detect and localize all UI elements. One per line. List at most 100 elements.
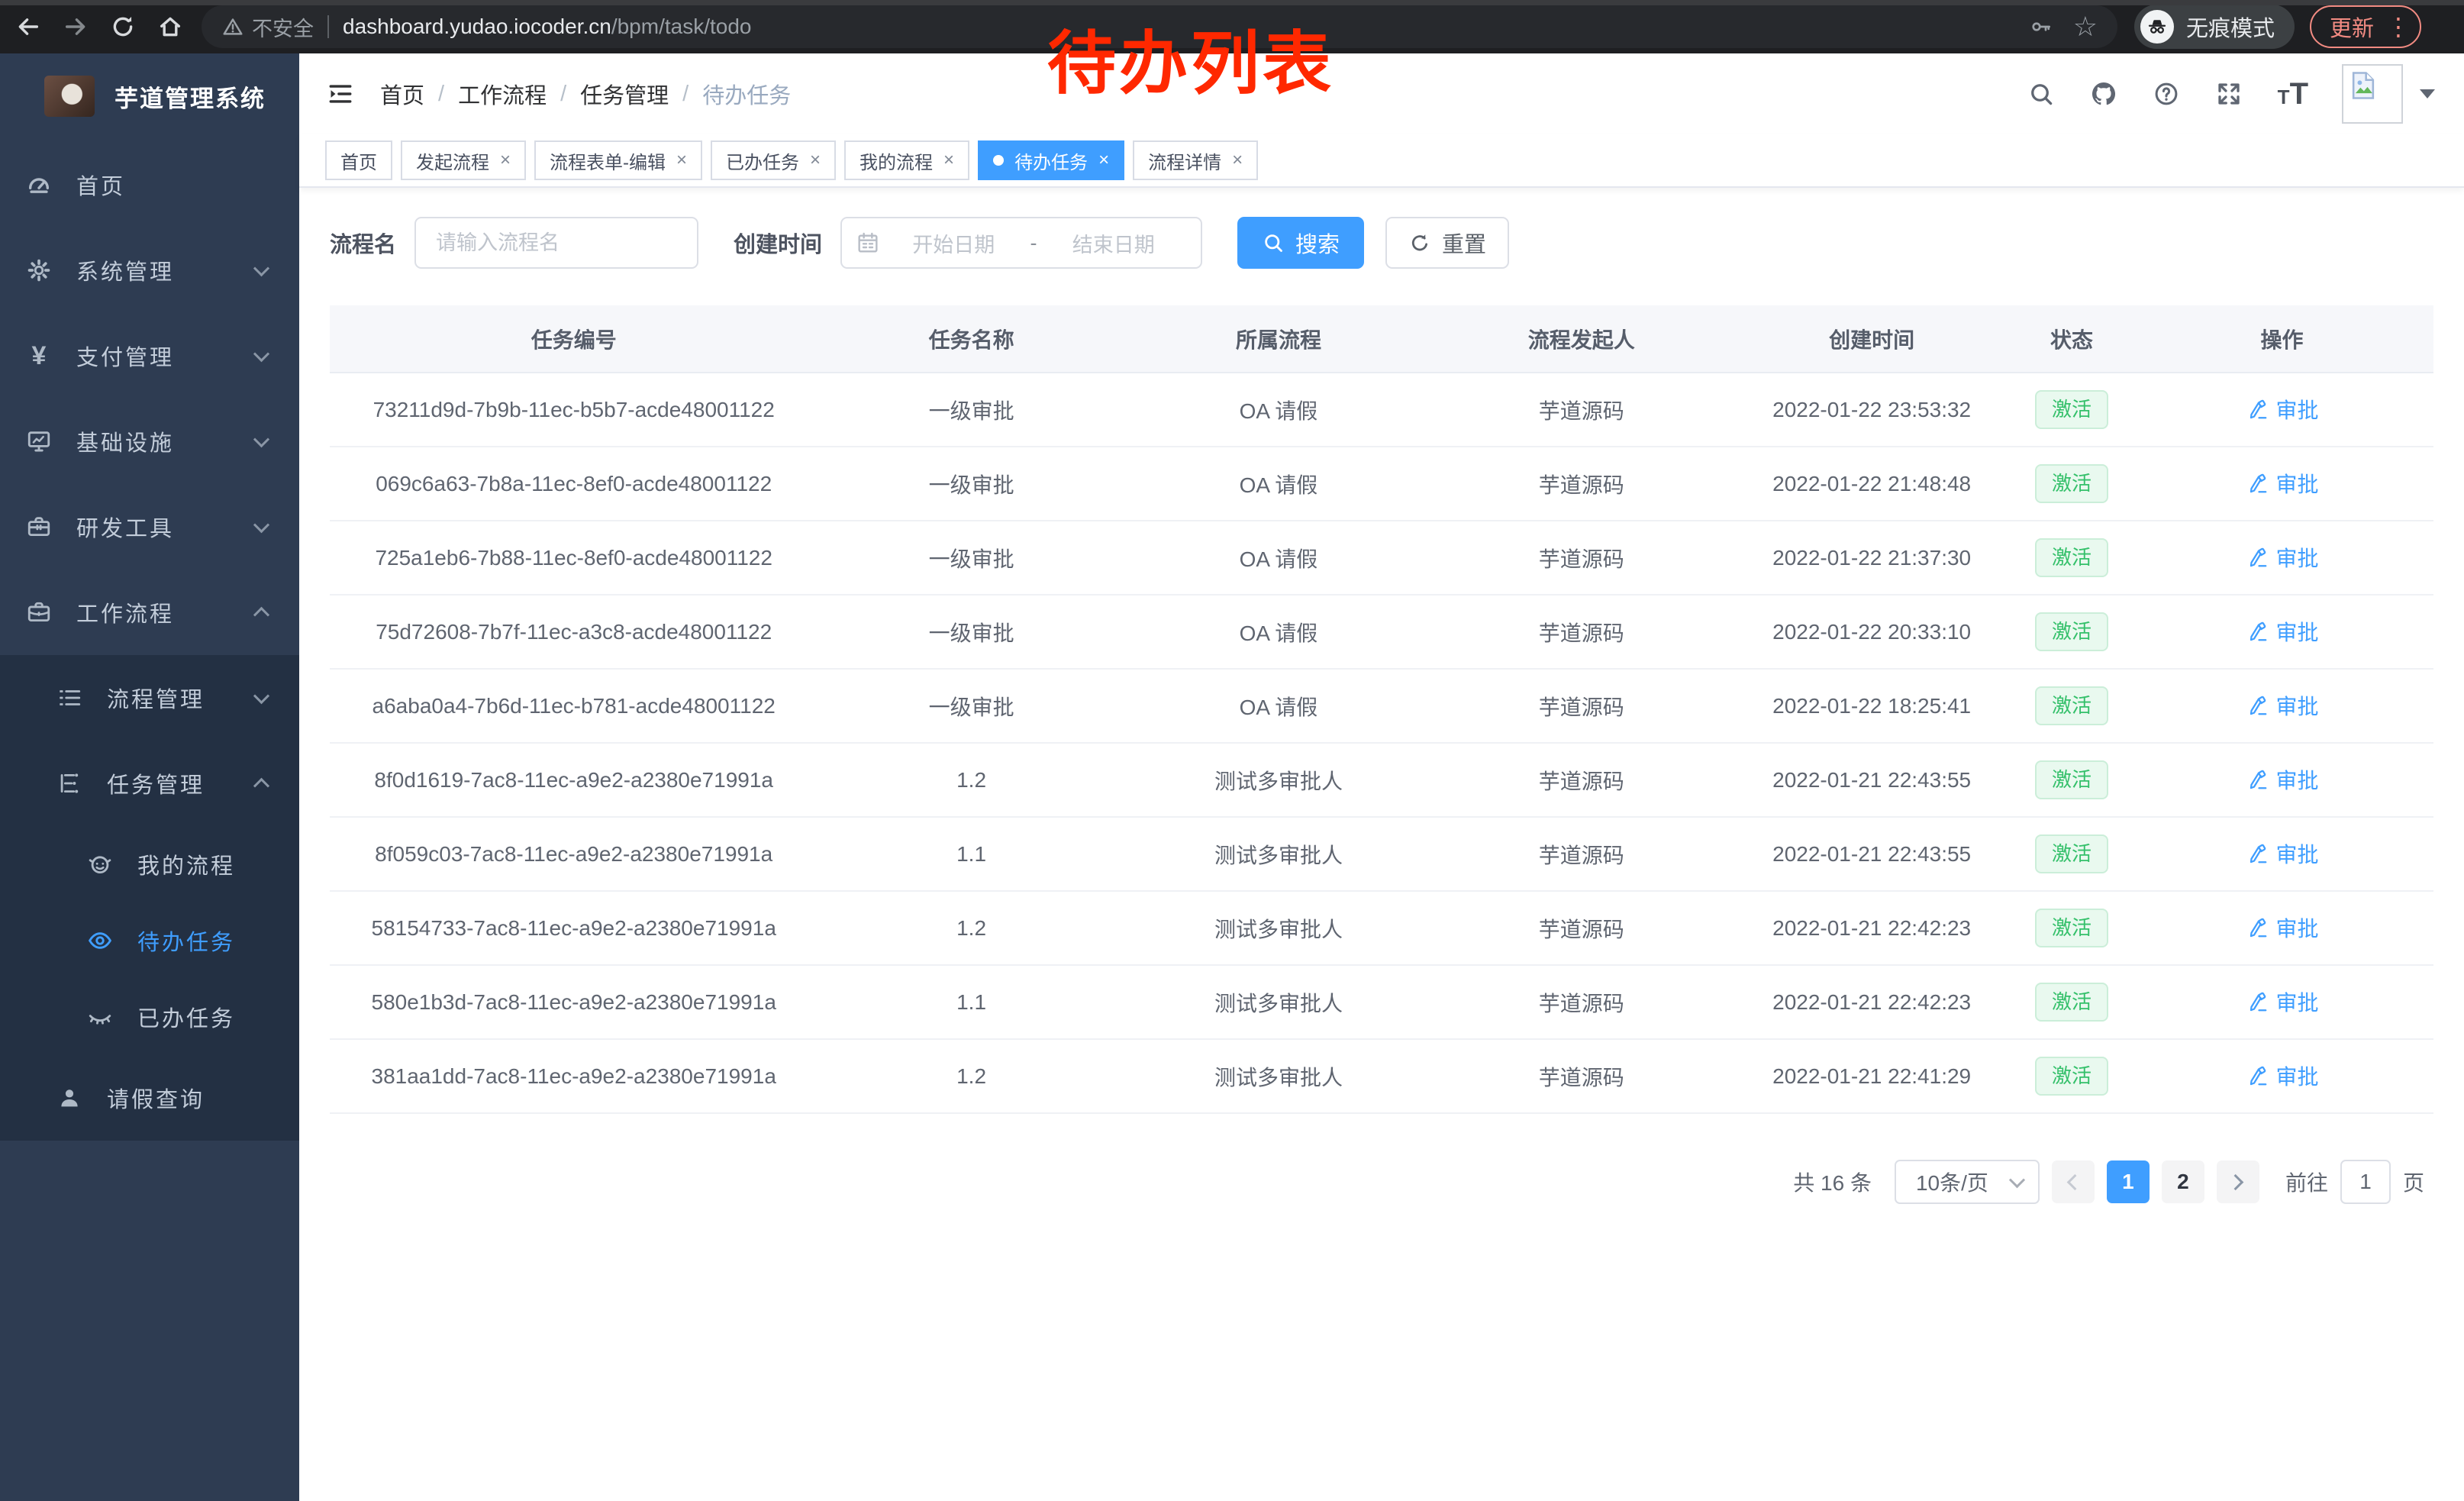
- browser-update-button[interactable]: 更新 ⋮: [2310, 5, 2421, 48]
- approve-link[interactable]: 审批: [2246, 838, 2319, 869]
- sidebar-item-my-process[interactable]: 我的流程: [0, 826, 299, 902]
- column-starter: 流程发起人: [1432, 305, 1730, 373]
- date-range-picker[interactable]: 开始日期 - 结束日期: [840, 217, 1202, 269]
- tab-process-detail[interactable]: 流程详情 ×: [1133, 140, 1258, 180]
- next-page-button[interactable]: [2217, 1160, 2259, 1203]
- sidebar-item-task-management[interactable]: 任务管理: [0, 741, 299, 826]
- table-row: 58154733-7ac8-11ec-a9e2-a2380e71991a 1.2…: [330, 891, 2433, 965]
- omnibox-divider: [327, 15, 329, 38]
- browser-forward-button[interactable]: [56, 8, 95, 46]
- breadcrumb-item-workflow[interactable]: 工作流程: [458, 78, 547, 110]
- page-button-1[interactable]: 1: [2107, 1160, 2150, 1203]
- close-icon[interactable]: ×: [676, 151, 687, 169]
- approve-link[interactable]: 审批: [2246, 912, 2319, 943]
- create-time-cell: 2022-01-21 22:43:55: [1730, 743, 2012, 817]
- search-icon[interactable]: [2027, 80, 2055, 108]
- approve-link[interactable]: 审批: [2246, 690, 2319, 721]
- text-size-icon[interactable]: TT: [2278, 77, 2308, 111]
- bookmark-star-icon[interactable]: ☆: [2073, 13, 2098, 40]
- chevron-down-icon: [253, 688, 269, 704]
- filter-form: 流程名 创建时间 开始日期 - 结束日期 搜索 重置: [330, 217, 2433, 269]
- goto-page-input[interactable]: [2340, 1160, 2391, 1204]
- edit-icon: [2246, 842, 2269, 865]
- approve-link[interactable]: 审批: [2246, 394, 2319, 424]
- browser-home-button[interactable]: [151, 8, 189, 46]
- approve-link[interactable]: 审批: [2246, 764, 2319, 795]
- breadcrumb-item-home[interactable]: 首页: [380, 78, 424, 110]
- sidebar-item-home[interactable]: 首页: [0, 142, 299, 228]
- avatar-caret-icon[interactable]: [2420, 89, 2435, 98]
- reset-button[interactable]: 重置: [1385, 217, 1509, 269]
- close-icon[interactable]: ×: [810, 151, 821, 169]
- sidebar-item-dev-tools[interactable]: 研发工具: [0, 484, 299, 570]
- approve-link[interactable]: 审批: [2246, 986, 2319, 1017]
- browser-menu-icon[interactable]: ⋮: [2386, 12, 2411, 41]
- edit-icon: [2246, 916, 2269, 939]
- sidebar-item-leave-query[interactable]: 请假查询: [0, 1055, 299, 1141]
- password-key-icon[interactable]: [2029, 15, 2053, 39]
- table-row: 75d72608-7b7f-11ec-a3c8-acde48001122 一级审…: [330, 595, 2433, 669]
- process-name-input[interactable]: [414, 217, 698, 269]
- browser-reload-button[interactable]: [104, 8, 142, 46]
- help-icon[interactable]: [2153, 80, 2180, 108]
- approve-link-label: 审批: [2276, 838, 2319, 869]
- task-name-cell: 一级审批: [818, 373, 1124, 447]
- tab-done-tasks[interactable]: 已办任务 ×: [711, 140, 836, 180]
- tab-home[interactable]: 首页: [325, 140, 392, 180]
- status-badge: 激活: [2035, 1057, 2108, 1096]
- close-icon[interactable]: ×: [943, 151, 954, 169]
- tab-start-process[interactable]: 发起流程 ×: [401, 140, 526, 180]
- close-icon[interactable]: ×: [1232, 151, 1243, 169]
- end-date-placeholder[interactable]: 结束日期: [1040, 228, 1188, 258]
- start-date-placeholder[interactable]: 开始日期: [880, 228, 1027, 258]
- approve-link[interactable]: 审批: [2246, 616, 2319, 647]
- sidebar-item-system-management[interactable]: 系统管理: [0, 228, 299, 313]
- forward-arrow-icon: [63, 14, 89, 40]
- approve-link[interactable]: 审批: [2246, 542, 2319, 573]
- sidebar-item-workflow[interactable]: 工作流程: [0, 570, 299, 655]
- prev-page-button[interactable]: [2052, 1160, 2095, 1203]
- edit-icon: [2246, 768, 2269, 791]
- tab-todo-tasks[interactable]: 待办任务 ×: [978, 140, 1124, 180]
- task-name-cell: 1.2: [818, 891, 1124, 965]
- not-secure-warning-icon: [221, 15, 244, 38]
- process-cell: OA 请假: [1125, 447, 1432, 521]
- browser-back-button[interactable]: [9, 8, 47, 46]
- url-text[interactable]: dashboard.yudao.iocoder.cn/bpm/task/todo: [343, 15, 751, 39]
- avatar[interactable]: [2342, 64, 2403, 124]
- sidebar-item-infrastructure[interactable]: 基础设施: [0, 399, 299, 484]
- breadcrumb-item-task-management[interactable]: 任务管理: [580, 78, 669, 110]
- close-icon[interactable]: ×: [1098, 151, 1109, 169]
- sidebar-item-payment-management[interactable]: ¥ 支付管理: [0, 313, 299, 399]
- sidebar-item-process-management[interactable]: 流程管理: [0, 655, 299, 741]
- home-icon: [157, 14, 183, 40]
- page-button-2[interactable]: 2: [2162, 1160, 2204, 1203]
- app-logo-row[interactable]: 芋道管理系统: [0, 53, 299, 139]
- tab-my-process[interactable]: 我的流程 ×: [844, 140, 969, 180]
- approve-link[interactable]: 审批: [2246, 468, 2319, 499]
- sidebar-item-done-tasks[interactable]: 已办任务: [0, 979, 299, 1055]
- starter-cell: 芋道源码: [1432, 965, 1730, 1039]
- list-icon: [56, 685, 82, 711]
- task-id-cell: 8f0d1619-7ac8-11ec-a9e2-a2380e71991a: [330, 743, 818, 817]
- approve-link-label: 审批: [2276, 1060, 2319, 1091]
- github-icon[interactable]: [2090, 80, 2117, 108]
- status-badge: 激活: [2035, 686, 2108, 725]
- face-icon: [87, 851, 113, 877]
- process-cell: 测试多审批人: [1125, 891, 1432, 965]
- search-button[interactable]: 搜索: [1237, 217, 1364, 269]
- close-icon[interactable]: ×: [500, 151, 511, 169]
- task-name-cell: 一级审批: [818, 447, 1124, 521]
- task-name-cell: 1.1: [818, 965, 1124, 1039]
- edit-icon: [2246, 990, 2269, 1013]
- sidebar-collapse-icon[interactable]: [325, 81, 356, 107]
- approve-link[interactable]: 审批: [2246, 1060, 2319, 1091]
- tab-process-form-edit[interactable]: 流程表单-编辑 ×: [534, 140, 702, 180]
- chevron-down-icon: [253, 260, 269, 276]
- page-size-select[interactable]: 10条/页: [1895, 1160, 2040, 1204]
- process-cell: 测试多审批人: [1125, 965, 1432, 1039]
- create-time-cell: 2022-01-22 21:48:48: [1730, 447, 2012, 521]
- security-label[interactable]: 不安全: [252, 12, 314, 42]
- fullscreen-icon[interactable]: [2215, 80, 2243, 108]
- sidebar-item-todo-tasks[interactable]: 待办任务: [0, 902, 299, 979]
